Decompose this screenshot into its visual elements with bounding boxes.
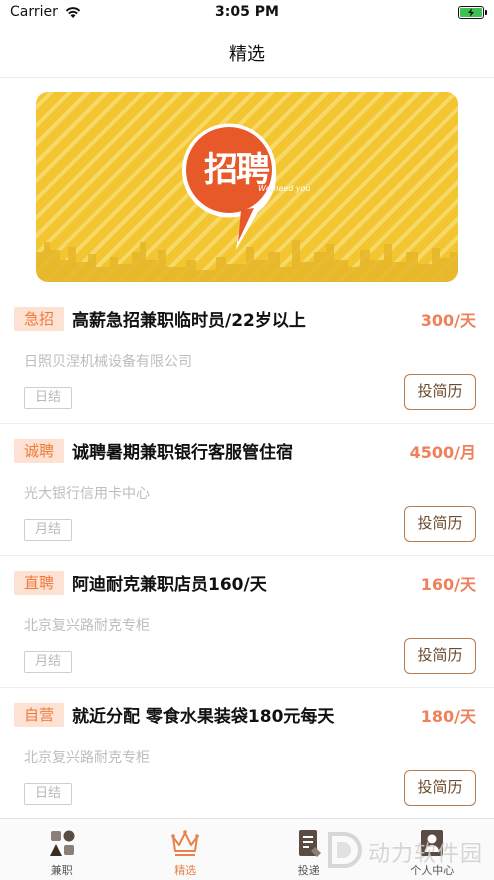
grid-shapes-icon	[49, 830, 75, 856]
tab-part-time[interactable]: 兼职	[0, 819, 124, 880]
page-title: 精选	[229, 44, 265, 65]
job-salary: 180/天	[420, 707, 476, 726]
job-salary: 4500/月	[409, 443, 476, 462]
status-time: 3:05 PM	[215, 4, 279, 20]
job-company: 北京复兴路耐克专柜	[24, 750, 150, 766]
pay-cycle-badge: 月结	[24, 519, 72, 541]
tab-bar: 兼职 精选 投递 个人中心 动力软件园	[0, 818, 494, 880]
navigation-bar: 精选	[0, 26, 494, 78]
apply-resume-button[interactable]: 投简历	[404, 374, 476, 410]
crown-icon	[171, 830, 200, 856]
city-skyline-icon	[36, 240, 458, 282]
job-company: 光大银行信用卡中心	[24, 486, 150, 502]
job-salary: 160/天	[420, 575, 476, 594]
job-list-item[interactable]: 自营 就近分配 零食水果装袋180元每天 180/天 北京复兴路耐克专柜 日结 …	[0, 688, 494, 820]
pay-cycle-badge: 日结	[24, 783, 72, 805]
job-list-item[interactable]: 直聘 阿迪耐克兼职店员160/天 160/天 北京复兴路耐克专柜 月结 投简历	[0, 556, 494, 688]
job-tag: 直聘	[14, 571, 64, 595]
banner-logo-subtext: We need you	[258, 184, 311, 193]
pay-cycle-badge: 日结	[24, 387, 72, 409]
job-title: 高薪急招兼职临时员/22岁以上	[72, 311, 306, 331]
watermark-logo-icon	[328, 832, 362, 868]
tab-label: 精选	[174, 864, 197, 877]
job-salary: 300/天	[420, 311, 476, 330]
job-tag: 急招	[14, 307, 64, 331]
charging-bolt-icon	[468, 8, 474, 17]
apply-resume-button[interactable]: 投简历	[404, 638, 476, 674]
apply-resume-button[interactable]: 投简历	[404, 506, 476, 542]
watermark: 动力软件园	[314, 820, 494, 880]
job-company: 日照贝涅机械设备有限公司	[24, 354, 192, 370]
tab-label: 兼职	[50, 864, 73, 877]
battery-icon	[458, 6, 487, 19]
job-tag: 自营	[14, 703, 64, 727]
pay-cycle-badge: 月结	[24, 651, 72, 673]
job-list-item[interactable]: 急招 高薪急招兼职临时员/22岁以上 300/天 日照贝涅机械设备有限公司 日结…	[0, 292, 494, 424]
job-list-item[interactable]: 诚聘 诚聘暑期兼职银行客服管住宿 4500/月 光大银行信用卡中心 月结 投简历	[0, 424, 494, 556]
recruitment-banner[interactable]: 招聘 We need you	[36, 92, 458, 282]
job-company: 北京复兴路耐克专柜	[24, 618, 150, 634]
watermark-text: 动力软件园	[368, 842, 484, 867]
job-tag: 诚聘	[14, 439, 64, 463]
apply-resume-button[interactable]: 投简历	[404, 770, 476, 806]
job-title: 诚聘暑期兼职银行客服管住宿	[72, 443, 293, 463]
job-title: 阿迪耐克兼职店员160/天	[72, 575, 267, 595]
status-bar: Carrier 3:05 PM	[0, 0, 494, 26]
tab-featured[interactable]: 精选	[124, 819, 248, 880]
job-title: 就近分配 零食水果装袋180元每天	[72, 707, 335, 727]
